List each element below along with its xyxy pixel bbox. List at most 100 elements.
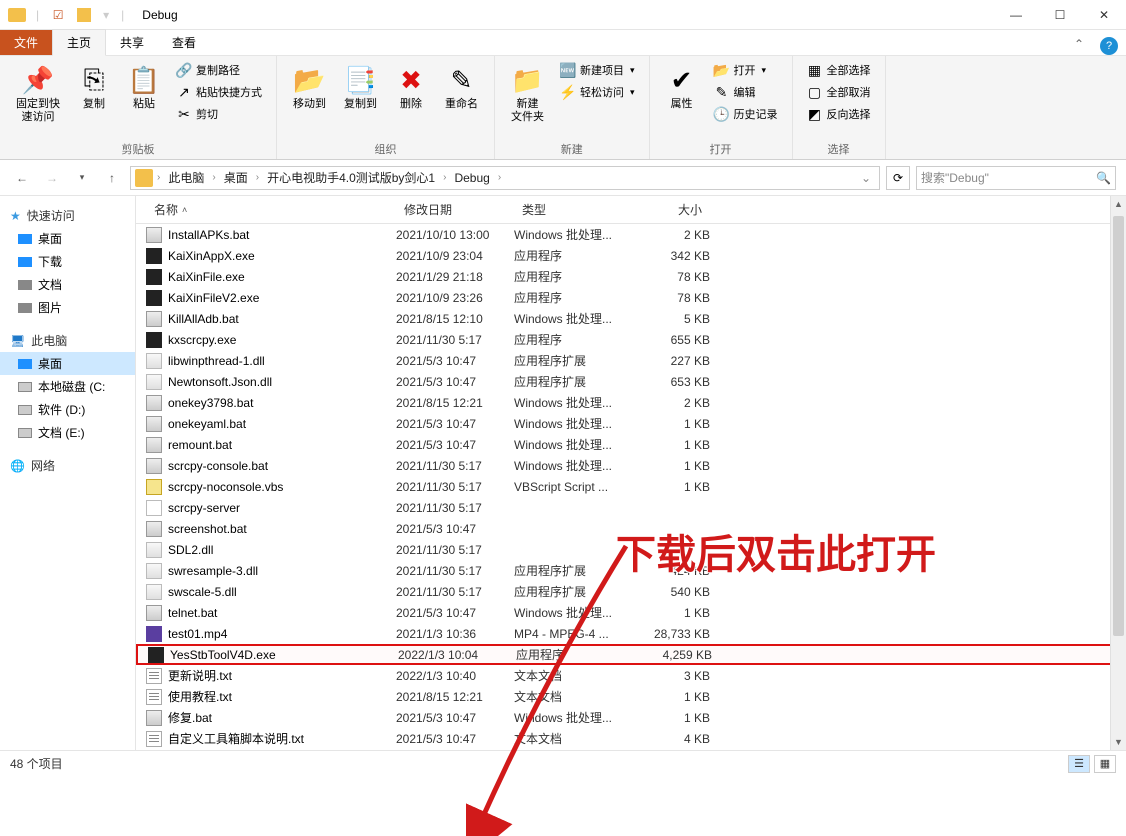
file-row[interactable]: SDL2.dll2021/11/30 5:17 [136, 539, 1126, 560]
file-row[interactable]: 使用教程.txt2021/8/15 12:21文本文档1 KB [136, 686, 1126, 707]
scrollbar-thumb[interactable] [1113, 216, 1124, 636]
newfolder-button[interactable]: 📁新建 文件夹 [505, 60, 550, 127]
chevron-right-icon[interactable]: › [498, 172, 501, 183]
scrollbar[interactable]: ▲ ▼ [1110, 196, 1126, 750]
rename-button[interactable]: ✎重命名 [439, 60, 484, 115]
file-row[interactable]: Newtonsoft.Json.dll2021/5/3 10:47应用程序扩展6… [136, 371, 1126, 392]
file-row[interactable]: YesStbToolV4D.exe2022/1/3 10:04应用程序4,259… [136, 644, 1126, 665]
file-row[interactable]: scrcpy-noconsole.vbs2021/11/30 5:17VBScr… [136, 476, 1126, 497]
sidebar-network[interactable]: 🌐网络 [0, 454, 135, 477]
maximize-button[interactable]: ☐ [1038, 0, 1082, 30]
file-row[interactable]: swscale-5.dll2021/11/30 5:17应用程序扩展540 KB [136, 581, 1126, 602]
sidebar-desktop2[interactable]: 桌面 [0, 352, 135, 375]
file-row[interactable]: remount.bat2021/5/3 10:47Windows 批处理...1… [136, 434, 1126, 455]
file-row[interactable]: onekeyaml.bat2021/5/3 10:47Windows 批处理..… [136, 413, 1126, 434]
forward-button[interactable]: → [40, 166, 64, 190]
file-row[interactable]: 自定义工具箱脚本说明.txt2021/5/3 10:47文本文档4 KB [136, 728, 1126, 749]
breadcrumb-2[interactable]: 开心电视助手4.0测试版by剑心1 [263, 167, 439, 188]
close-button[interactable]: ✕ [1082, 0, 1126, 30]
sidebar-thispc[interactable]: 🖥此电脑 [0, 329, 135, 352]
file-row[interactable]: screenshot.bat2021/5/3 10:47 [136, 518, 1126, 539]
help-icon[interactable]: ? [1100, 37, 1118, 55]
tab-file[interactable]: 文件 [0, 30, 52, 55]
properties-button[interactable]: ✔属性 [660, 60, 704, 115]
col-name[interactable]: 名称˄ [146, 201, 396, 218]
tab-share[interactable]: 共享 [106, 30, 158, 55]
invertsel-button[interactable]: ◩反向选择 [803, 104, 875, 124]
history-button[interactable]: 🕒历史记录 [710, 104, 782, 124]
pasteshortcut-button[interactable]: ↗粘贴快捷方式 [172, 82, 266, 102]
file-row[interactable]: KaiXinFile.exe2021/1/29 21:18应用程序78 KB [136, 266, 1126, 287]
breadcrumb-1[interactable]: 桌面 [220, 167, 252, 188]
file-row[interactable]: onekey3798.bat2021/8/15 12:21Windows 批处理… [136, 392, 1126, 413]
col-size[interactable]: 大小 [630, 201, 710, 218]
edit-button[interactable]: ✎编辑 [710, 82, 782, 102]
copypath-button[interactable]: 🔗复制路径 [172, 60, 266, 80]
file-row[interactable]: test01.mp42021/1/3 10:36MP4 - MPEG-4 ...… [136, 623, 1126, 644]
file-icon [146, 248, 162, 264]
address-dropdown[interactable]: ⌄ [857, 171, 875, 185]
delete-button[interactable]: ✖删除 [389, 60, 433, 115]
sidebar-downloads[interactable]: 下载 [0, 250, 135, 273]
back-button[interactable]: ← [10, 166, 34, 190]
file-row[interactable]: KillAllAdb.bat2021/8/15 12:10Windows 批处理… [136, 308, 1126, 329]
file-size: 653 KB [630, 375, 710, 389]
file-row[interactable]: 修复.bat2021/5/3 10:47Windows 批处理...1 KB [136, 707, 1126, 728]
chevron-right-icon[interactable]: › [157, 172, 160, 183]
qat-share-icon[interactable] [73, 4, 95, 26]
file-row[interactable]: libwinpthread-1.dll2021/5/3 10:47应用程序扩展2… [136, 350, 1126, 371]
search-input[interactable]: 搜索"Debug" 🔍 [916, 166, 1116, 190]
details-view-icon[interactable]: ☰ [1068, 755, 1090, 773]
file-row[interactable]: KaiXinAppX.exe2021/10/9 23:04应用程序342 KB [136, 245, 1126, 266]
tab-home[interactable]: 主页 [52, 29, 106, 56]
sidebar-localdisk[interactable]: 本地磁盘 (C: [0, 375, 135, 398]
icons-view-icon[interactable]: ▦ [1094, 755, 1116, 773]
ribbon-collapse-icon[interactable]: ⌃ [1066, 33, 1092, 55]
moveto-button[interactable]: 📂移动到 [287, 60, 332, 115]
file-row[interactable]: KaiXinFileV2.exe2021/10/9 23:26应用程序78 KB [136, 287, 1126, 308]
recent-dropdown[interactable]: ▾ [70, 166, 94, 190]
sidebar-desktop[interactable]: 桌面 [0, 227, 135, 250]
chevron-right-icon[interactable]: › [256, 172, 259, 183]
copy-button[interactable]: ⎘复制 [72, 60, 116, 115]
file-list[interactable]: InstallAPKs.bat2021/10/10 13:00Windows 批… [136, 224, 1126, 750]
scroll-down-icon[interactable]: ▼ [1111, 734, 1126, 750]
scroll-up-icon[interactable]: ▲ [1111, 196, 1126, 212]
sidebar-pictures[interactable]: 图片 [0, 296, 135, 319]
col-date[interactable]: 修改日期 [396, 201, 514, 218]
breadcrumb-3[interactable]: Debug [450, 169, 493, 187]
file-row[interactable]: scrcpy-server2021/11/30 5:17 [136, 497, 1126, 518]
file-row[interactable]: scrcpy-console.bat2021/11/30 5:17Windows… [136, 455, 1126, 476]
copyto-button[interactable]: 📑复制到 [338, 60, 383, 115]
col-type[interactable]: 类型 [514, 201, 630, 218]
breadcrumb-0[interactable]: 此电脑 [164, 167, 208, 188]
sidebar-software[interactable]: 软件 (D:) [0, 398, 135, 421]
chevron-right-icon[interactable]: › [443, 172, 446, 183]
open-button[interactable]: 📂打开▾ [710, 60, 782, 80]
qat-drop[interactable]: ▾ [103, 8, 109, 22]
sidebar-docs2[interactable]: 文档 (E:) [0, 421, 135, 444]
refresh-button[interactable]: ⟳ [886, 166, 910, 190]
address-bar[interactable]: › 此电脑 › 桌面 › 开心电视助手4.0测试版by剑心1 › Debug ›… [130, 166, 880, 190]
chevron-right-icon[interactable]: › [212, 172, 215, 183]
file-row[interactable]: kxscrcpy.exe2021/11/30 5:17应用程序655 KB [136, 329, 1126, 350]
file-row[interactable]: 更新说明.txt2022/1/3 10:40文本文档3 KB [136, 665, 1126, 686]
file-name: SDL2.dll [168, 543, 213, 557]
selectnone-button[interactable]: ▢全部取消 [803, 82, 875, 102]
pin-button[interactable]: 📌固定到快 速访问 [10, 60, 66, 127]
tab-view[interactable]: 查看 [158, 30, 210, 55]
sidebar-documents[interactable]: 文档 [0, 273, 135, 296]
newitem-button[interactable]: 🆕新建项目▾ [556, 60, 639, 80]
file-row[interactable]: telnet.bat2021/5/3 10:47Windows 批处理...1 … [136, 602, 1126, 623]
qat-checkbox-icon[interactable]: ☑ [47, 4, 69, 26]
paste-button[interactable]: 📋粘贴 [122, 60, 166, 115]
easyaccess-button[interactable]: ⚡轻松访问▾ [556, 82, 639, 102]
selectall-button[interactable]: ▦全部选择 [803, 60, 875, 80]
minimize-button[interactable]: — [994, 0, 1038, 30]
up-button[interactable]: ↑ [100, 166, 124, 190]
file-row[interactable]: swresample-3.dll2021/11/30 5:17应用程序扩展424… [136, 560, 1126, 581]
sidebar-quickaccess[interactable]: ★快速访问 [0, 204, 135, 227]
search-icon[interactable]: 🔍 [1096, 171, 1111, 185]
cut-button[interactable]: ✂剪切 [172, 104, 266, 124]
file-row[interactable]: InstallAPKs.bat2021/10/10 13:00Windows 批… [136, 224, 1126, 245]
